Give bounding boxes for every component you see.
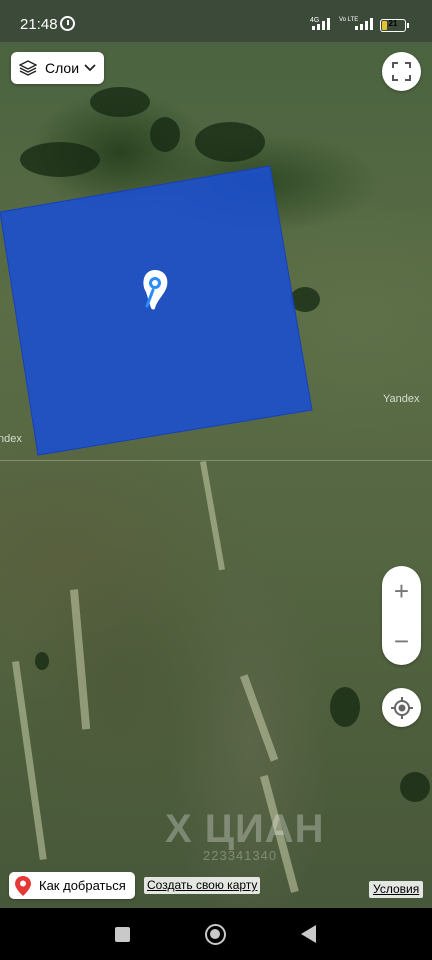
crosshair-icon: [390, 696, 413, 719]
cian-watermark-text: Х ЦИАН: [165, 807, 325, 851]
back-button[interactable]: [301, 925, 316, 943]
yandex-watermark: Yandex: [383, 393, 420, 405]
land-plot-area: [0, 165, 313, 456]
layers-button[interactable]: Слои: [11, 52, 104, 84]
yandex-watermark-partial: ndex: [0, 433, 22, 445]
map-pin-icon: [15, 875, 31, 896]
create-map-link[interactable]: Создать свою карту: [144, 877, 261, 894]
status-time: 21:48: [20, 16, 58, 33]
system-nav-bar: [0, 908, 432, 960]
layers-label: Слои: [45, 60, 80, 76]
fullscreen-button[interactable]: [382, 52, 421, 91]
plus-icon: +: [393, 575, 410, 606]
my-location-button[interactable]: [382, 688, 421, 727]
route-label: Как добраться: [39, 878, 126, 893]
plot-polygon[interactable]: [0, 42, 432, 908]
battery-level: 21: [388, 19, 398, 28]
cian-watermark: Х ЦИАН 223341340: [165, 807, 325, 863]
status-bar: 21:48 4G Vo LTE 21: [0, 0, 432, 42]
home-button[interactable]: [205, 924, 226, 945]
fullscreen-icon: [392, 62, 411, 81]
chevron-down-icon: [84, 64, 96, 72]
terms-link[interactable]: Условия: [369, 881, 424, 898]
signal-icon: [312, 18, 332, 30]
zoom-controls: + −: [382, 566, 421, 665]
minus-icon: −: [393, 625, 410, 656]
alarm-icon: [60, 16, 75, 31]
route-button[interactable]: Как добраться: [9, 872, 135, 899]
map-view[interactable]: Yandex ndex Х ЦИАН 223341340: [0, 42, 432, 908]
recent-apps-button[interactable]: [115, 927, 130, 942]
battery-icon: 21: [380, 19, 409, 32]
signal-icon: [355, 18, 375, 30]
layers-icon: [19, 60, 37, 76]
zoom-in-button[interactable]: +: [382, 566, 421, 615]
zoom-out-button[interactable]: −: [382, 616, 421, 665]
